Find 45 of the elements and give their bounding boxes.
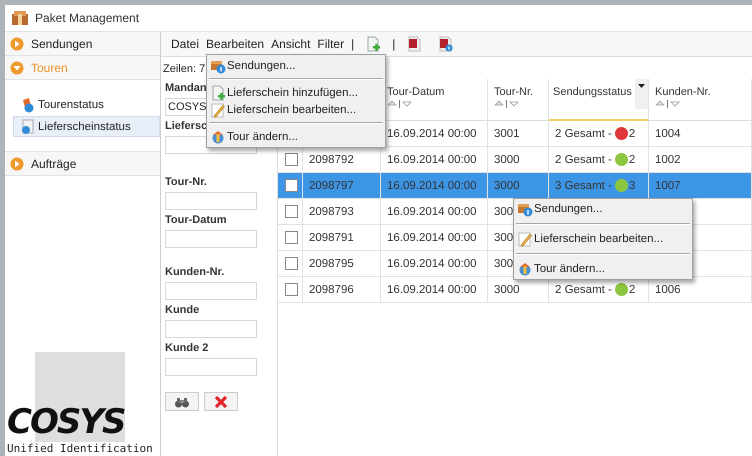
status-count: 2 (628, 154, 636, 166)
table-cell: 2098793 (309, 206, 354, 218)
table-cell: 16.09.2014 00:00 (387, 154, 477, 166)
field-label: Mandan (165, 82, 207, 96)
field-label: Tour-Datum (165, 214, 227, 228)
table-cell: 3000 (494, 284, 520, 296)
table-cell: 16.09.2014 00:00 (387, 284, 477, 296)
table-cell: 3000 (494, 180, 520, 192)
logo-tagline: Unified Identification (6, 441, 153, 456)
table-cell: 300 (494, 206, 514, 218)
table-cell: 2098796 (309, 284, 354, 296)
table-cell: 2098791 (309, 232, 354, 244)
table-cell: 2098792 (309, 154, 354, 166)
field-label: Kunden-Nr. (165, 266, 224, 280)
table-cell: 1007 (655, 180, 681, 192)
table-cell: 1004 (655, 128, 681, 140)
table-cell: 16.09.2014 00:00 (387, 232, 477, 244)
status-text: 2 Gesamt - (555, 154, 612, 166)
table-cell: 16.09.2014 00:00 (387, 128, 477, 140)
table-cell: 300 (494, 232, 514, 244)
row-count: Zeilen: 7 (162, 62, 206, 77)
table-cell: 2098797 (309, 180, 354, 192)
table-cell: 16.09.2014 00:00 (387, 180, 477, 192)
field-label: Kunde (165, 304, 200, 318)
field-label: Tour-Nr. (165, 176, 207, 190)
table-cell: 1002 (655, 154, 681, 166)
window-title: Paket Management (35, 11, 140, 25)
field-label: Liefersc (165, 120, 208, 134)
table-cell: 300 (494, 258, 514, 270)
status-text: 2 Gesamt - (555, 284, 612, 296)
table-cell: 16.09.2014 00:00 (387, 258, 477, 270)
status-count: 3 (628, 180, 636, 192)
status-text: 3 Gesamt - (555, 180, 612, 192)
table-cell: 1006 (655, 284, 681, 296)
table-cell: 3001 (494, 128, 520, 140)
logo-text: COSYS (6, 403, 124, 441)
field-label: Kunde 2 (165, 342, 208, 356)
toolbar-separator: | (392, 37, 396, 51)
table-cell: 16.09.2014 00:00 (387, 206, 477, 218)
status-count: 2 (628, 128, 636, 140)
table-cell: 3000 (494, 154, 520, 166)
status-count: 2 (628, 284, 636, 296)
status-text: 2 Gesamt - (555, 128, 612, 140)
table-cell: 2098795 (309, 258, 354, 270)
toolbar-separator: | (351, 37, 354, 51)
